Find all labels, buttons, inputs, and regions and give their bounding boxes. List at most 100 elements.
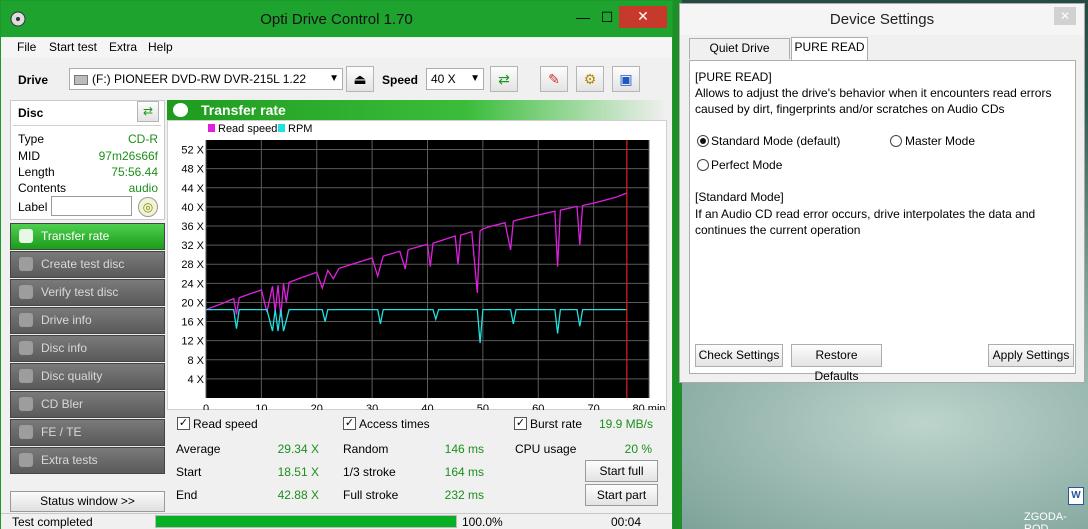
nav-drive-info[interactable]: Drive info [10, 307, 165, 334]
access-times-label: Access times [359, 417, 430, 431]
device-settings-button[interactable]: ⚙ [576, 66, 604, 92]
close-icon[interactable]: ✕ [619, 6, 667, 28]
disc-mid-value: 97m26s66f [98, 149, 158, 163]
y-tick-label: 24 X [181, 278, 204, 290]
mode-heading: [Standard Mode] [695, 190, 784, 204]
speed-label: Speed [382, 73, 419, 87]
read-speed-checkbox[interactable]: ✓ [177, 417, 190, 430]
restore-defaults-button[interactable]: Restore Defaults [791, 344, 882, 383]
nav-disc-info[interactable]: Disc info [10, 335, 165, 362]
standard-mode-label: Standard Mode (default) [711, 134, 841, 148]
perfect-mode-label: Perfect Mode [711, 158, 783, 172]
tab-quiet-drive-feature[interactable]: Quiet Drive Feature [689, 38, 790, 74]
maximize-icon[interactable]: ☐ [597, 7, 617, 29]
progress-text: 100.0% [462, 515, 503, 529]
y-tick-label: 20 X [181, 297, 204, 309]
progress-bar [155, 515, 457, 528]
nav-cd-bler[interactable]: CD Bler [10, 391, 165, 418]
refresh-icon: ⇄ [498, 71, 510, 87]
disc-length-value: 75:56.44 [111, 165, 158, 179]
mode-description: If an Audio CD read error occurs, drive … [695, 207, 1036, 237]
tab-pure-read[interactable]: PURE READ [791, 37, 868, 60]
start-part-button[interactable]: Start part [585, 484, 658, 506]
master-mode-radio[interactable] [890, 135, 902, 147]
floppy-disk-icon: ▣ [619, 71, 633, 87]
nav-label: Extra tests [41, 453, 98, 467]
x-tick-label: 70 [588, 403, 600, 410]
close-icon[interactable]: ✕ [1054, 7, 1076, 25]
y-tick-label: 4 X [187, 374, 204, 386]
disc-contents-value: audio [128, 181, 158, 195]
speed-select-value: 40 X [431, 72, 456, 86]
label-apply-button[interactable]: ◎ [138, 197, 158, 217]
eject-icon: ⏏ [353, 71, 367, 87]
y-tick-label: 8 X [187, 355, 204, 367]
progress-fill [156, 516, 456, 527]
master-mode-label: Master Mode [905, 134, 976, 148]
burst-rate-label: Burst rate [530, 417, 583, 431]
menu-file[interactable]: File [17, 40, 36, 54]
check-settings-button[interactable]: Check Settings [695, 344, 783, 367]
disc-contents-key: Contents [18, 181, 67, 195]
burst-rate-checkbox[interactable]: ✓ [514, 417, 527, 430]
drive-label: Drive [18, 73, 49, 87]
end-value: 42.88 X [277, 488, 319, 502]
cpu-usage-value: 20 % [624, 442, 652, 456]
extra-tests-icon [19, 453, 33, 467]
menu-start-test[interactable]: Start test [49, 40, 97, 54]
drive-select[interactable]: (F:) PIONEER DVD-RW DVR-215L 1.22 ▼ [69, 68, 343, 90]
save-button[interactable]: ▣ [612, 66, 640, 92]
verify-disc-icon [19, 285, 33, 299]
access-times-checkbox[interactable]: ✓ [343, 417, 356, 430]
menu-help[interactable]: Help [148, 40, 173, 54]
transfer-rate-icon [19, 229, 33, 243]
standard-mode-radio[interactable] [697, 135, 709, 147]
nav-label: Disc quality [41, 369, 103, 383]
menu-extra[interactable]: Extra [109, 40, 137, 54]
nav-disc-quality[interactable]: Disc quality [10, 363, 165, 390]
pure-read-heading: [PURE READ] [695, 70, 772, 84]
legend-label: Read speed [218, 123, 277, 135]
eject-button[interactable]: ⏏ [346, 66, 374, 92]
word-document-icon[interactable]: W [1068, 487, 1084, 505]
nav-label: Transfer rate [41, 229, 110, 243]
fe-te-icon [19, 425, 33, 439]
minimize-icon[interactable]: — [573, 7, 593, 29]
nav-extra-tests[interactable]: Extra tests [10, 447, 165, 474]
x-tick-label: 30 [366, 403, 378, 410]
speed-select[interactable]: 40 X ▼ [426, 68, 484, 90]
y-tick-label: 52 X [181, 145, 204, 157]
y-tick-label: 28 X [181, 259, 204, 271]
y-tick-label: 12 X [181, 336, 204, 348]
legend-swatch [208, 124, 215, 132]
x-tick-label: 80 min [632, 403, 665, 410]
apply-settings-button[interactable]: Apply Settings [988, 344, 1074, 367]
x-tick-label: 40 [421, 403, 433, 410]
status-text: Test completed [12, 515, 93, 529]
erase-button[interactable]: ✎ [540, 66, 568, 92]
disc-refresh-button[interactable]: ⇄ [137, 101, 159, 122]
refresh-icon: ⇄ [142, 104, 154, 118]
window-title: Opti Drive Control 1.70 [260, 11, 413, 28]
status-window-button[interactable]: Status window >> [10, 491, 165, 512]
perfect-mode-radio[interactable] [697, 159, 709, 171]
nav-fe-te[interactable]: FE / TE [10, 419, 165, 446]
disc-length-key: Length [18, 165, 55, 179]
nav-verify-test-disc[interactable]: Verify test disc [10, 279, 165, 306]
refresh-speed-button[interactable]: ⇄ [490, 66, 518, 92]
opti-drive-control-window: Opti Drive Control 1.70 — ☐ ✕ File Start… [0, 0, 673, 529]
random-label: Random [343, 442, 389, 456]
start-full-button[interactable]: Start full [585, 460, 658, 482]
menu-bar [1, 38, 672, 58]
y-tick-label: 48 X [181, 164, 204, 176]
disc-label-input[interactable] [51, 196, 132, 216]
start-value: 18.51 X [277, 465, 319, 479]
start-label: Start [176, 465, 202, 479]
disc-panel-title: Disc [18, 106, 44, 120]
disc-type-value: CD-R [128, 132, 158, 146]
nav-label: Drive info [41, 313, 92, 327]
nav-transfer-rate[interactable]: Transfer rate [10, 223, 165, 250]
nav-create-test-disc[interactable]: Create test disc [10, 251, 165, 278]
average-label: Average [176, 442, 221, 456]
y-tick-label: 40 X [181, 202, 204, 214]
